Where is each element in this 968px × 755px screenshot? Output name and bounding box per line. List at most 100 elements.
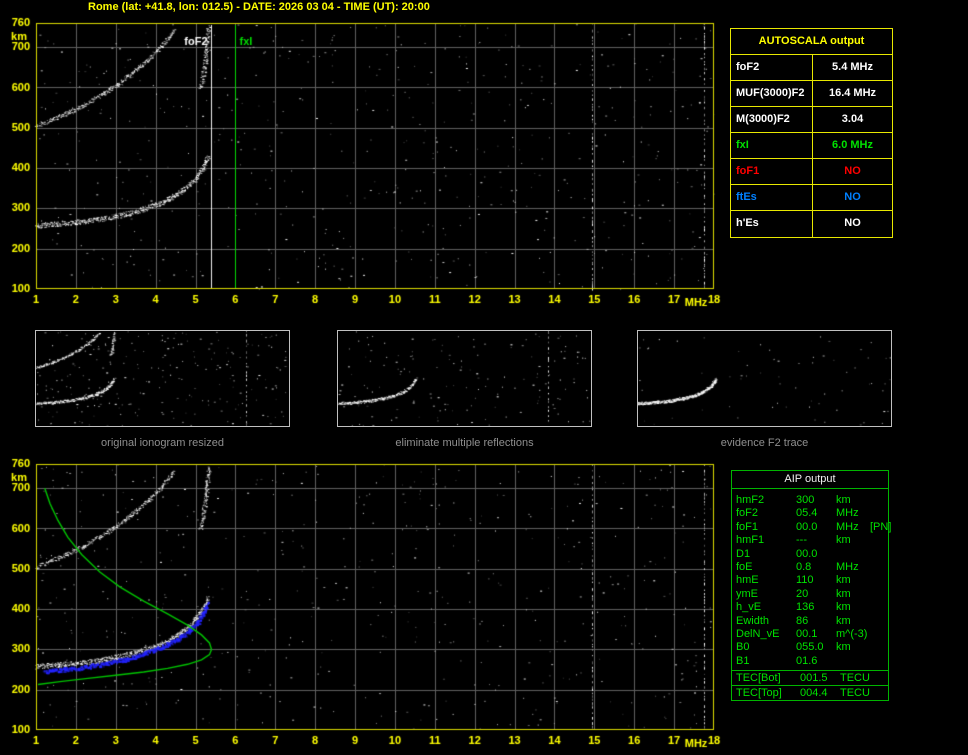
aip-value-hme: 110 <box>796 574 814 587</box>
aip-value-d1: 00.0 <box>796 547 818 560</box>
aip-unit-ewidth: km <box>836 614 851 627</box>
autoscala-panel-title: AUTOSCALA output <box>731 29 892 55</box>
aip-unit-h-ve: km <box>836 601 851 614</box>
aip-unit-foe: MHz <box>836 561 859 574</box>
aip-unit-d1 <box>836 548 870 561</box>
aip-label-foe: foE <box>736 561 753 574</box>
aip-label-deln-ve: DelN_vE <box>736 628 780 641</box>
aip-label-tec-bot: TEC[Bot] <box>736 672 781 684</box>
aip-value-tec-top: 004.4 <box>800 687 828 699</box>
aip-note-hme <box>870 574 888 587</box>
autoscala-row-fxi: fxI 6.0 MHz <box>731 133 892 159</box>
aip-row-fof2: foF2 05.4 MHz <box>736 507 888 520</box>
autoscala-value-fof2: 5.4 MHz <box>832 61 873 73</box>
autoscala-value-h-es: NO <box>844 217 861 229</box>
autoscala-row-m-3000-f2: M(3000)F2 3.04 <box>731 107 892 133</box>
aip-unit-fof1: MHz <box>836 520 859 533</box>
aip-row-d1: D1 00.0 <box>736 548 888 561</box>
aip-value-tec-bot: 001.5 <box>800 672 828 684</box>
aip-unit-tec-bot: TECU <box>840 672 870 684</box>
aip-value-deln-ve: 00.1 <box>796 628 818 641</box>
autoscala-value-ftes: NO <box>844 191 861 203</box>
autoscala-app-window: Rome (lat: +41.8, lon: 012.5) - DATE: 20… <box>0 0 968 755</box>
aip-unit-b1 <box>836 655 870 668</box>
aip-row-ewidth: Ewidth 86 km <box>736 615 888 628</box>
aip-note-d1 <box>870 548 888 561</box>
autoscala-row-fof1: foF1 NO <box>731 159 892 185</box>
autoscala-row-muf-3000-f2: MUF(3000)F2 16.4 MHz <box>731 81 892 107</box>
aip-label-b1: B1 <box>736 654 750 667</box>
aip-row-h-ve: h_vE 136 km <box>736 601 888 614</box>
thumbnail-caption-no-multiples: eliminate multiple reflections <box>395 437 534 449</box>
aip-output-panel: AIP output hmF2 300 km foF2 05.4 MHz foF1 00.0 M… <box>731 470 891 701</box>
aip-row-hmf2: hmF2 300 km <box>736 494 888 507</box>
aip-value-fof2: 05.4 <box>796 507 818 520</box>
autoscala-output-panel: AUTOSCALA output foF2 5.4 MHz MUF(3000)F2 1… <box>730 28 893 238</box>
thumbnail-caption-f2-trace: evidence F2 trace <box>720 437 809 449</box>
thumbnail-f2-trace-canvas <box>638 331 891 426</box>
aip-value-b0: 055.0 <box>796 641 824 654</box>
aip-row-b0: B0 055.0 km <box>736 641 888 654</box>
aip-value-hmf1: --- <box>796 534 807 547</box>
autoscala-label-muf-3000-f2: MUF(3000)F2 <box>731 81 813 106</box>
aip-row-yme: ymE 20 km <box>736 588 888 601</box>
aip-rows: hmF2 300 km foF2 05.4 MHz foF1 00.0 MHz [PN] hmF1 -… <box>732 489 891 668</box>
aip-panel-title: AIP output <box>732 471 888 489</box>
aip-value-fof1: 00.0 <box>796 520 818 533</box>
autoscala-row-ftes: ftEs NO <box>731 185 892 211</box>
aip-row-b1: B1 01.6 <box>736 655 888 668</box>
aip-label-h-ve: h_vE <box>736 601 762 614</box>
aip-unit-hme: km <box>836 574 851 587</box>
autoscala-value-muf-3000-f2: 16.4 MHz <box>828 87 877 99</box>
autoscala-rows: foF2 5.4 MHz MUF(3000)F2 16.4 MHz M(3000)F2 3… <box>731 55 892 237</box>
autoscala-label-m-3000-f2: M(3000)F2 <box>731 107 813 132</box>
aip-note-yme <box>870 588 888 601</box>
aip-row-tec-top: TEC[Top] 004.4 TECU <box>732 685 888 700</box>
aip-unit-fof2: MHz <box>836 507 859 520</box>
station-header-title: Rome (lat: +41.8, lon: 012.5) - DATE: 20… <box>88 1 430 13</box>
aip-unit-hmf1: km <box>836 534 851 547</box>
aip-note-hmf2 <box>870 494 888 507</box>
autoscala-value-m-3000-f2: 3.04 <box>841 113 864 125</box>
aip-value-b1: 01.6 <box>796 654 818 667</box>
top-ionogram-chart <box>0 14 730 312</box>
thumbnail-caption-original: original ionogram resized <box>101 437 224 449</box>
aip-value-hmf2: 300 <box>796 494 815 506</box>
aip-label-b0: B0 <box>736 641 750 654</box>
autoscala-value-fof1: NO <box>844 165 861 177</box>
aip-row-hme: hmE 110 km <box>736 574 888 587</box>
aip-note-foe <box>870 561 888 574</box>
aip-tec-rows: TEC[Bot] 001.5 TECU TEC[Top] 004.4 TECU <box>732 670 888 700</box>
aip-value-foe: 0.8 <box>796 561 812 574</box>
thumbnail-original-canvas <box>36 331 289 426</box>
aip-label-hmf1: hmF1 <box>736 534 765 547</box>
aip-label-hmf2: hmF2 <box>736 494 765 506</box>
aip-row-foe: foE 0.8 MHz <box>736 561 888 574</box>
thumbnail-f2-trace <box>637 330 892 427</box>
autoscala-label-fof2: foF2 <box>731 55 813 80</box>
aip-unit-b0: km <box>836 641 851 654</box>
autoscala-value-fxi: 6.0 MHz <box>832 139 873 151</box>
aip-note-ewidth <box>870 615 888 628</box>
autoscala-label-h-es: h'Es <box>731 211 813 237</box>
aip-row-deln-ve: DelN_vE 00.1 m^(-3) <box>736 628 888 641</box>
aip-row-hmf1: hmF1 --- km <box>736 534 888 547</box>
aip-unit-tec-top: TECU <box>840 687 870 699</box>
aip-label-ewidth: Ewidth <box>736 614 770 627</box>
aip-note-b1 <box>870 655 888 668</box>
aip-label-hme: hmE <box>736 574 759 587</box>
aip-label-d1: D1 <box>736 547 751 560</box>
aip-value-yme: 20 <box>796 587 809 600</box>
bottom-ionogram-chart <box>0 456 730 755</box>
aip-unit-yme: km <box>836 587 851 600</box>
aip-row-fof1: foF1 00.0 MHz [PN] <box>736 520 891 534</box>
aip-note-h-ve <box>870 601 888 614</box>
aip-row-tec-bot: TEC[Bot] 001.5 TECU <box>732 670 888 685</box>
aip-value-ewidth: 86 <box>796 614 809 627</box>
thumbnail-no-multiples-canvas <box>338 331 591 426</box>
aip-unit-deln-ve: m^(-3) <box>836 628 868 641</box>
autoscala-label-fxi: fxI <box>731 133 813 158</box>
aip-note-hmf1 <box>870 534 888 547</box>
thumbnail-original-ionogram <box>35 330 290 427</box>
aip-note-fof2 <box>870 507 888 520</box>
